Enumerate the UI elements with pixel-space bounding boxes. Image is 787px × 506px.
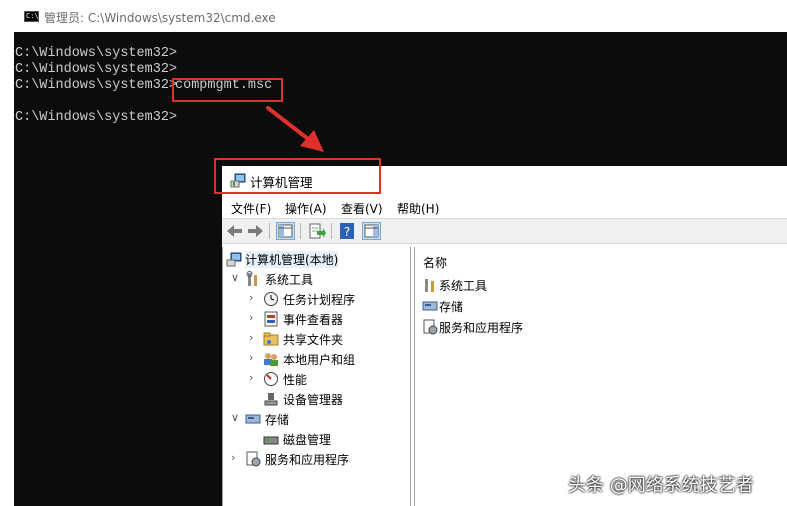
menu-action[interactable]: 操作(A) (285, 200, 327, 217)
menu-help[interactable]: 帮助(H) (397, 200, 439, 217)
chevron-right-icon[interactable]: › (231, 451, 243, 464)
command-highlight-box (172, 78, 283, 102)
chevron-down-icon[interactable]: ∨ (231, 271, 243, 284)
tree-label: 共享文件夹 (283, 333, 344, 347)
watermark-text: 头条 @网络系统技艺者 (568, 475, 754, 496)
pointer-arrow-icon (266, 106, 324, 152)
tree-label: 系统工具 (265, 273, 314, 287)
event-viewer-icon (264, 311, 278, 327)
cmd-title-bar[interactable]: C:\ 管理员: C:\Windows\system32\cmd.exe (14, 0, 787, 32)
tools-icon (425, 279, 434, 292)
show-hide-tree-icon[interactable] (276, 222, 295, 240)
storage-icon (422, 301, 438, 311)
toolbar-separator (269, 223, 270, 239)
console-line: C:\Windows\system32> (15, 62, 178, 77)
chevron-right-icon[interactable]: › (249, 351, 261, 364)
storage-icon (245, 414, 261, 424)
tree-label: 设备管理器 (283, 393, 344, 407)
details-pane: 名称 系统工具 存储 服务和应用程序 (414, 247, 787, 506)
navigation-tree: 计算机管理(本地) ∨ 系统工具 › 任务计划程序 › 事件查看器 › 共享文件… (222, 247, 411, 506)
tree-label: 任务计划程序 (283, 293, 356, 307)
clock-icon (264, 292, 278, 306)
chevron-down-icon[interactable]: ∨ (231, 411, 243, 424)
cmd-window-title: 管理员: C:\Windows\system32\cmd.exe (44, 11, 276, 25)
toolbar-separator (331, 223, 332, 239)
disk-icon (263, 436, 279, 445)
toolbar-separator (300, 223, 301, 239)
shared-folder-icon (263, 332, 279, 346)
tree-label: 事件查看器 (283, 313, 344, 327)
users-icon (264, 353, 278, 366)
chevron-right-icon[interactable]: › (249, 291, 261, 304)
title-highlight-box (214, 158, 381, 194)
toolbar: ? (222, 218, 787, 244)
svg-text:?: ? (344, 225, 350, 239)
menu-bar: 文件(F) 操作(A) 查看(V) 帮助(H) (222, 197, 787, 217)
computer-management-window: 计算机管理 文件(F) 操作(A) 查看(V) 帮助(H) ? 计算机管理(本地… (222, 166, 787, 506)
console-line: C:\Windows\system32> (15, 78, 178, 93)
export-list-icon[interactable] (307, 222, 326, 240)
console-line: C:\Windows\system32> (15, 46, 178, 61)
computer-management-icon (226, 252, 242, 267)
tree-label: 计算机管理(本地) (245, 251, 339, 268)
tree-label: 磁盘管理 (283, 433, 332, 447)
services-icon (246, 451, 261, 467)
performance-icon (264, 372, 278, 386)
tree-label: 存储 (265, 413, 290, 427)
forward-arrow-icon[interactable] (246, 222, 265, 240)
list-item-label: 服务和应用程序 (439, 321, 524, 335)
tree-label: 本地用户和组 (283, 353, 356, 367)
device-manager-icon (264, 393, 278, 406)
list-item-label: 存储 (439, 300, 464, 314)
chevron-right-icon[interactable]: › (249, 331, 261, 344)
tree-label: 性能 (283, 373, 308, 387)
column-header-name[interactable]: 名称 (423, 254, 447, 271)
show-action-pane-icon[interactable] (362, 222, 381, 240)
chevron-right-icon[interactable]: › (249, 371, 261, 384)
services-icon (423, 319, 438, 335)
help-icon[interactable]: ? (338, 222, 357, 240)
tools-icon (246, 271, 257, 286)
back-arrow-icon[interactable] (225, 222, 244, 240)
list-item-label: 系统工具 (439, 279, 488, 293)
cmd-app-icon: C:\ (24, 11, 39, 22)
chevron-right-icon[interactable]: › (249, 311, 261, 324)
menu-view[interactable]: 查看(V) (341, 200, 383, 217)
tree-label: 服务和应用程序 (265, 453, 350, 467)
menu-file[interactable]: 文件(F) (231, 200, 271, 217)
console-line: C:\Windows\system32> (15, 110, 178, 125)
